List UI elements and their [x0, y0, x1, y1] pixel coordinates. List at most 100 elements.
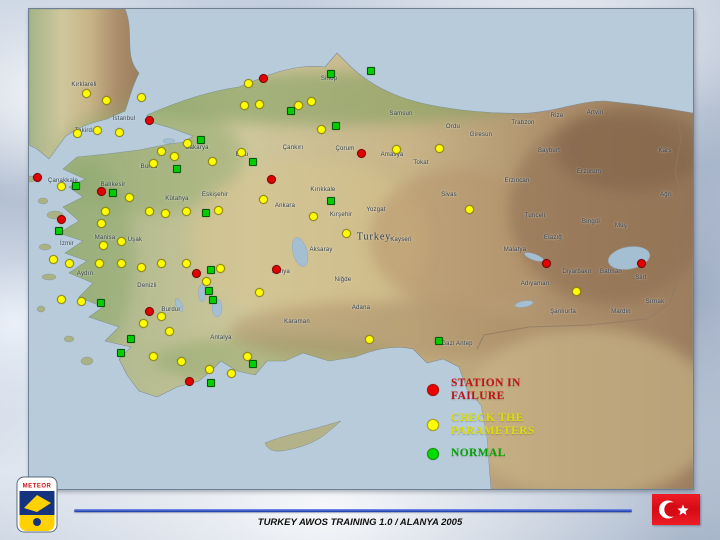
station-marker-normal — [249, 360, 257, 368]
station-marker-check — [125, 193, 134, 202]
station-marker-check — [214, 206, 223, 215]
station-marker-normal — [72, 182, 80, 190]
station-marker-normal — [249, 158, 257, 166]
station-marker-normal — [367, 67, 375, 75]
legend-item-check: CHECK THE PARAMETERS — [427, 412, 617, 438]
station-marker-normal — [109, 189, 117, 197]
footer-divider-line — [74, 509, 632, 512]
map-legend: STATION IN FAILURE CHECK THE PARAMETERS … — [427, 377, 617, 469]
station-marker-check — [57, 295, 66, 304]
legend-item-failure: STATION IN FAILURE — [427, 377, 617, 403]
station-marker-check — [294, 101, 303, 110]
station-marker-normal — [173, 165, 181, 173]
station-marker-check — [182, 207, 191, 216]
station-marker-check — [99, 241, 108, 250]
station-marker-check — [57, 182, 66, 191]
station-marker-check — [93, 126, 102, 135]
station-marker-failure — [97, 187, 106, 196]
station-marker-normal — [327, 197, 335, 205]
station-marker-check — [101, 207, 110, 216]
turkey-station-map: KırklareliİstanbulTekirdağSakaryaBoluÇan… — [28, 8, 694, 490]
station-marker-check — [145, 207, 154, 216]
station-marker-failure — [57, 215, 66, 224]
station-marker-check — [202, 277, 211, 286]
station-marker-failure — [185, 377, 194, 386]
legend-label-check: CHECK THE PARAMETERS — [451, 412, 535, 437]
station-marker-check — [244, 79, 253, 88]
station-marker-check — [149, 352, 158, 361]
legend-item-normal: NORMAL — [427, 447, 617, 460]
station-marker-check — [161, 209, 170, 218]
station-marker-check — [392, 145, 401, 154]
station-marker-check — [240, 101, 249, 110]
station-marker-failure — [145, 116, 154, 125]
legend-label-failure: STATION IN FAILURE — [451, 377, 521, 402]
station-marker-failure — [272, 265, 281, 274]
station-marker-check — [572, 287, 581, 296]
station-marker-check — [115, 128, 124, 137]
legend-label-normal: NORMAL — [451, 447, 506, 459]
station-marker-failure — [192, 269, 201, 278]
station-marker-normal — [202, 209, 210, 217]
station-marker-normal — [207, 266, 215, 274]
station-marker-check — [435, 144, 444, 153]
station-marker-check — [365, 335, 374, 344]
station-marker-failure — [259, 74, 268, 83]
station-marker-failure — [357, 149, 366, 158]
station-marker-normal — [55, 227, 63, 235]
station-marker-check — [205, 365, 214, 374]
station-marker-check — [465, 205, 474, 214]
station-marker-check — [137, 263, 146, 272]
station-marker-check — [77, 297, 86, 306]
station-marker-failure — [267, 175, 276, 184]
station-marker-normal — [332, 122, 340, 130]
station-marker-check — [157, 147, 166, 156]
station-marker-check — [183, 139, 192, 148]
station-marker-check — [73, 129, 82, 138]
station-marker-failure — [542, 259, 551, 268]
slide-caption: TURKEY AWOS TRAINING 1.0 / ALANYA 2005 — [257, 517, 463, 528]
station-marker-normal — [435, 337, 443, 345]
station-marker-normal — [117, 349, 125, 357]
station-marker-check — [139, 319, 148, 328]
station-marker-check — [95, 259, 104, 268]
station-marker-normal — [97, 299, 105, 307]
station-marker-check — [255, 288, 264, 297]
svg-text:METEOR: METEOR — [23, 484, 52, 490]
station-marker-normal — [327, 70, 335, 78]
station-marker-normal — [127, 335, 135, 343]
station-marker-failure — [637, 259, 646, 268]
station-marker-check — [102, 96, 111, 105]
station-marker-failure — [33, 173, 42, 182]
turkish-flag-icon — [652, 494, 700, 525]
failure-dot-icon — [427, 384, 439, 396]
normal-dot-icon — [427, 447, 439, 460]
check-dot-icon — [427, 419, 439, 431]
station-marker-check — [317, 125, 326, 134]
station-marker-check — [165, 327, 174, 336]
presentation-slide: KırklareliİstanbulTekirdağSakaryaBoluÇan… — [0, 0, 720, 540]
station-marker-normal — [209, 296, 217, 304]
station-marker-failure — [145, 307, 154, 316]
station-marker-check — [65, 259, 74, 268]
station-marker-check — [309, 212, 318, 221]
station-marker-check — [208, 157, 217, 166]
station-marker-check — [117, 259, 126, 268]
station-marker-check — [177, 357, 186, 366]
station-marker-normal — [197, 136, 205, 144]
station-marker-check — [237, 148, 246, 157]
station-marker-check — [227, 369, 236, 378]
station-marker-check — [117, 237, 126, 246]
station-marker-check — [259, 195, 268, 204]
station-marker-check — [82, 89, 91, 98]
station-marker-check — [149, 159, 158, 168]
station-marker-check — [182, 259, 191, 268]
station-marker-check — [307, 97, 316, 106]
station-marker-check — [157, 259, 166, 268]
station-marker-check — [137, 93, 146, 102]
station-marker-check — [216, 264, 225, 273]
station-marker-check — [170, 152, 179, 161]
station-marker-normal — [205, 287, 213, 295]
station-marker-normal — [207, 379, 215, 387]
station-marker-check — [97, 219, 106, 228]
